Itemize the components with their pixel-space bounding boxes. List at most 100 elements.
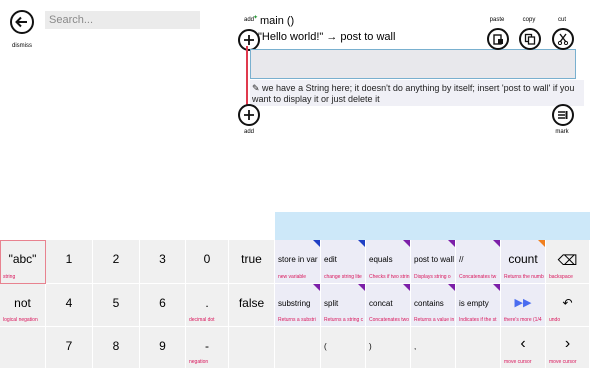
key-hint: there's more (1/4 — [504, 317, 542, 323]
key-row1-4[interactable]: 0 — [186, 240, 229, 284]
key-row2-7[interactable]: split Returns a string c — [321, 284, 366, 327]
key-hint: new variable — [278, 274, 307, 280]
search-input[interactable] — [45, 11, 200, 29]
category-corner-marker — [403, 284, 410, 291]
key-row2-5[interactable]: false — [229, 284, 275, 327]
key-label: contains — [414, 299, 444, 308]
key-label: ▶▶ — [514, 297, 532, 309]
copy-icon — [524, 33, 536, 45]
key-row2-2[interactable]: 5 — [93, 284, 140, 327]
key-row1-5[interactable]: true — [229, 240, 275, 284]
key-row3-10[interactable] — [456, 327, 501, 369]
key-label: concat — [369, 299, 393, 308]
key-row2-1[interactable]: 4 — [46, 284, 93, 327]
key-hint: decimal dot — [189, 317, 215, 323]
key-hint: Returns the numb — [504, 274, 544, 280]
key-row1-11[interactable]: count Returns the numb — [501, 240, 546, 284]
mark-button[interactable] — [552, 104, 574, 126]
key-row3-0[interactable] — [0, 327, 46, 369]
key-label: , — [414, 342, 417, 351]
key-label: true — [241, 252, 262, 266]
key-row2-0[interactable]: not logical negation — [0, 284, 46, 327]
key-row3-12[interactable]: › move cursor — [546, 327, 590, 369]
scissors-icon — [557, 33, 569, 45]
add-below-button[interactable] — [238, 104, 260, 126]
key-hint: Indicates if the st — [459, 317, 497, 323]
key-label: › — [564, 335, 571, 352]
key-row3-5[interactable] — [229, 327, 275, 369]
dismiss-button[interactable] — [10, 10, 34, 34]
key-row1-12[interactable]: ⌫ backspace — [546, 240, 590, 284]
key-row3-7[interactable]: ( — [321, 327, 366, 369]
cut-button[interactable] — [552, 28, 574, 50]
key-label: post to wall — [414, 255, 455, 264]
key-hint: negation — [189, 359, 209, 365]
key-row3-8[interactable]: ) — [366, 327, 411, 369]
category-corner-marker — [313, 284, 320, 291]
code-statement[interactable]: "Hello world!" → post to wall — [258, 31, 395, 43]
key-label: substring — [278, 299, 311, 308]
key-row1-1[interactable]: 1 — [46, 240, 93, 284]
key-label: 6 — [159, 296, 166, 310]
key-row2-9[interactable]: contains Returns a value in — [411, 284, 456, 327]
expression-editor[interactable] — [250, 49, 576, 79]
key-label: 1 — [65, 252, 73, 266]
key-row3-3[interactable]: 9 — [140, 327, 186, 369]
key-row3-1[interactable]: 7 — [46, 327, 93, 369]
add-bottom-label: add — [243, 129, 254, 135]
key-row1-8[interactable]: equals Checks if two strin — [366, 240, 411, 284]
category-corner-marker — [493, 240, 500, 247]
key-row1-9[interactable]: post to wall Displays string o — [411, 240, 456, 284]
key-label: store in var — [278, 255, 318, 264]
key-hint: Returns a value in — [414, 317, 455, 323]
key-row1-2[interactable]: 2 — [93, 240, 140, 284]
key-row2-3[interactable]: 6 — [140, 284, 186, 327]
copy-button[interactable] — [519, 28, 541, 50]
cut-label: cut — [557, 17, 566, 23]
key-label: 3 — [159, 252, 166, 266]
category-corner-marker — [358, 240, 365, 247]
key-row3-2[interactable]: 8 — [93, 327, 140, 369]
key-label: 7 — [65, 339, 73, 353]
key-row3-6[interactable] — [275, 327, 321, 369]
key-row2-4[interactable]: . decimal dot — [186, 284, 229, 327]
key-row2-11[interactable]: ▶▶ there's more (1/4 — [501, 284, 546, 327]
key-row1-3[interactable]: 3 — [140, 240, 186, 284]
plus-icon — [244, 110, 254, 120]
key-label: "abc" — [8, 252, 37, 266]
key-row1-7[interactable]: edit change string lite — [321, 240, 366, 284]
paste-button[interactable] — [487, 28, 509, 50]
key-label: ) — [369, 342, 372, 351]
key-label: is empty — [459, 299, 489, 308]
category-corner-marker — [448, 284, 455, 291]
key-label: 2 — [112, 252, 120, 266]
action-header[interactable]: main () — [260, 15, 294, 27]
key-label: split — [324, 299, 339, 308]
list-icon — [558, 111, 568, 119]
key-label: 4 — [65, 296, 73, 310]
key-row2-8[interactable]: concat Concatenates two — [366, 284, 411, 327]
back-arrow-icon — [15, 16, 27, 28]
action-header-text: main () — [260, 15, 295, 27]
key-row3-11[interactable]: ‹ move cursor — [501, 327, 546, 369]
add-above-button[interactable] — [238, 29, 260, 51]
key-row3-4[interactable]: - negation — [186, 327, 229, 369]
key-row1-6[interactable]: store in var new variable — [275, 240, 321, 284]
category-corner-marker — [448, 240, 455, 247]
key-row2-12[interactable]: ↶ undo — [546, 284, 590, 327]
key-hint: logical negation — [3, 317, 38, 323]
key-row3-9[interactable]: , — [411, 327, 456, 369]
key-hint: backspace — [549, 274, 573, 280]
code-statement-text: "Hello world!" → post to wall — [258, 31, 396, 43]
paste-icon — [493, 34, 503, 45]
key-label: 8 — [112, 339, 120, 353]
key-row2-6[interactable]: substring Returns a substri — [275, 284, 321, 327]
key-label: ↶ — [562, 296, 573, 310]
key-row2-10[interactable]: is empty Indicates if the st — [456, 284, 501, 327]
keyboard-header-bar — [275, 212, 590, 240]
key-row1-0[interactable]: "abc" string — [0, 240, 46, 284]
key-label: 0 — [203, 252, 211, 266]
category-corner-marker — [358, 284, 365, 291]
category-corner-marker — [403, 240, 410, 247]
key-row1-10[interactable]: // Concatenates tw — [456, 240, 501, 284]
